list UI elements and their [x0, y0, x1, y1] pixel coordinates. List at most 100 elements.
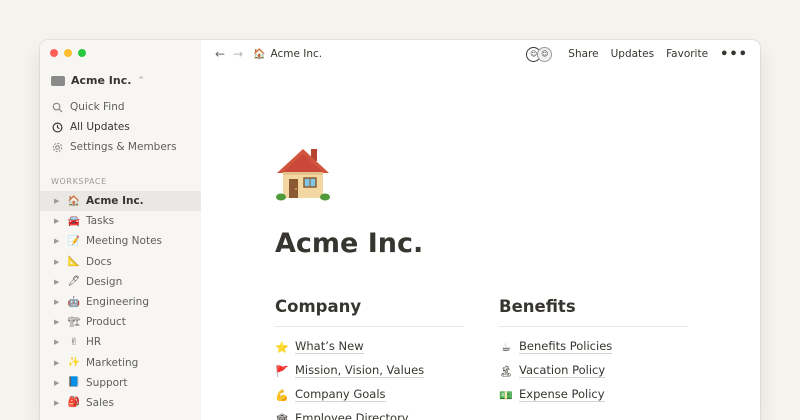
expand-triangle-icon[interactable]: ▶	[54, 359, 64, 367]
back-arrow-icon[interactable]: ←	[211, 47, 229, 61]
sidebar-item-acme-inc[interactable]: ▶ 🏠 Acme Inc.	[40, 191, 201, 212]
compass-icon: 📐	[67, 256, 81, 268]
minimize-window-button[interactable]	[64, 49, 72, 57]
share-button[interactable]: Share	[568, 48, 598, 60]
favorite-button[interactable]: Favorite	[666, 48, 708, 60]
building-icon: 🏛	[275, 412, 289, 420]
breadcrumb-label: Acme Inc.	[270, 48, 323, 60]
expand-triangle-icon[interactable]: ▶	[54, 278, 64, 286]
sidebar-item-docs[interactable]: ▶ 📐 Docs	[40, 252, 201, 272]
sidebar-item-tasks[interactable]: ▶ 🚘 Tasks	[40, 211, 201, 231]
page-link[interactable]: ⭐ What’s New	[275, 335, 464, 359]
expand-triangle-icon[interactable]: ▶	[54, 379, 64, 387]
page-link[interactable]: 💵 Expense Policy	[499, 383, 688, 407]
more-options-button[interactable]: •••	[720, 47, 748, 62]
page-content: Acme Inc. Company ⭐ What’s New 🚩 Mission…	[201, 68, 760, 420]
sidebar-nav: Quick Find All Updates Settings & Member…	[51, 97, 177, 157]
sidebar-item-meeting-notes[interactable]: ▶ 📝 Meeting Notes	[40, 231, 201, 251]
crane-icon: 🏗	[67, 316, 81, 328]
sidebar-item-label: Support	[86, 376, 128, 389]
flag-icon: 🚩	[275, 364, 289, 378]
expand-triangle-icon[interactable]: ▶	[54, 217, 64, 225]
expand-triangle-icon[interactable]: ▶	[54, 258, 64, 266]
page-link[interactable]: ☕ Benefits Policies	[499, 335, 688, 359]
sidebar-item-hr[interactable]: ▶ ✌ HR	[40, 332, 201, 352]
pen-icon: 🖊	[67, 276, 81, 288]
forward-arrow-icon[interactable]: →	[229, 47, 247, 61]
workspace-section-label: WORKSPACE	[51, 177, 107, 186]
sparkles-icon: ✨	[67, 357, 81, 369]
sidebar-item-marketing[interactable]: ▶ ✨ Marketing	[40, 353, 201, 373]
page-link-label: What’s New	[295, 339, 364, 354]
page-link[interactable]: 🚩 Mission, Vision, Values	[275, 359, 464, 383]
zoom-window-button[interactable]	[78, 49, 86, 57]
nav-label: All Updates	[70, 121, 130, 133]
avatar: ☺	[537, 46, 553, 62]
clock-icon	[51, 121, 63, 133]
page-link-label: Mission, Vision, Values	[295, 363, 425, 378]
topbar: ← → 🏠 Acme Inc. ☺ ☺ Share Updates Favori…	[201, 40, 760, 68]
page-link-label: Benefits Policies	[519, 339, 613, 354]
book-icon: 📘	[67, 377, 81, 389]
expand-triangle-icon[interactable]: ▶	[54, 318, 64, 326]
quick-find-button[interactable]: Quick Find	[51, 97, 177, 117]
sidebar-item-engineering[interactable]: ▶ 🤖 Engineering	[40, 292, 201, 312]
page-link-label: Employee Directory	[295, 412, 409, 420]
sidebar-item-product[interactable]: ▶ 🏗 Product	[40, 312, 201, 332]
muscle-icon: 💪	[275, 388, 289, 402]
page-link[interactable]: 💪 Company Goals	[275, 383, 464, 407]
sidebar-item-support[interactable]: ▶ 📘 Support	[40, 373, 201, 393]
close-window-button[interactable]	[50, 49, 58, 57]
page-title: Acme Inc.	[275, 228, 424, 259]
page-link-label: Company Goals	[295, 387, 386, 402]
breadcrumb[interactable]: 🏠 Acme Inc.	[253, 48, 322, 60]
house-icon: 🏠	[67, 195, 81, 207]
window-controls	[50, 49, 86, 57]
workspace-logo-icon	[51, 75, 65, 86]
chevron-updown-icon: ⌃	[137, 75, 145, 86]
sidebar-item-label: Docs	[86, 255, 112, 268]
sidebar-item-design[interactable]: ▶ 🖊 Design	[40, 272, 201, 292]
sidebar: Acme Inc. ⌃ Quick Find All Updates Setti…	[40, 40, 201, 420]
workspace-switcher[interactable]: Acme Inc. ⌃	[51, 74, 145, 87]
sidebar-item-label: Marketing	[86, 356, 139, 369]
search-icon	[51, 101, 63, 113]
money-icon: 💵	[499, 388, 513, 402]
page-link[interactable]: 🏝 Vacation Policy	[499, 359, 688, 383]
house-icon[interactable]	[273, 143, 333, 203]
company-column: Company ⭐ What’s New 🚩 Mission, Vision, …	[275, 296, 464, 420]
expand-triangle-icon[interactable]: ▶	[54, 197, 64, 205]
house-icon: 🏠	[253, 48, 266, 60]
expand-triangle-icon[interactable]: ▶	[54, 237, 64, 245]
expand-triangle-icon[interactable]: ▶	[54, 338, 64, 346]
expand-triangle-icon[interactable]: ▶	[54, 399, 64, 407]
workspace-name: Acme Inc.	[71, 74, 132, 87]
all-updates-button[interactable]: All Updates	[51, 117, 177, 137]
page-link-label: Vacation Policy	[519, 363, 606, 378]
column-heading: Company	[275, 296, 464, 327]
settings-members-button[interactable]: Settings & Members	[51, 137, 177, 157]
column-heading: Benefits	[499, 296, 688, 327]
nav-label: Settings & Members	[70, 141, 177, 153]
sidebar-item-label: HR	[86, 336, 102, 349]
expand-triangle-icon[interactable]: ▶	[54, 298, 64, 306]
sidebar-item-label: Sales	[86, 396, 114, 409]
updates-button[interactable]: Updates	[611, 48, 655, 60]
gear-icon	[51, 141, 63, 153]
coffee-icon: ☕	[501, 340, 511, 354]
page-tree: ▶ 🏠 Acme Inc. ▶ 🚘 Tasks ▶ 📝 Meeting Note…	[40, 191, 201, 413]
sidebar-item-label: Acme Inc.	[86, 195, 144, 208]
backpack-icon: 🎒	[67, 397, 81, 409]
page-link-label: Expense Policy	[519, 387, 605, 402]
sidebar-item-label: Design	[86, 275, 123, 288]
topbar-actions: ☺ ☺ Share Updates Favorite •••	[526, 40, 748, 68]
collaborator-avatars[interactable]: ☺ ☺	[526, 46, 553, 62]
app-window: Acme Inc. ⌃ Quick Find All Updates Setti…	[40, 40, 760, 420]
sidebar-item-label: Meeting Notes	[86, 235, 162, 248]
sidebar-item-sales[interactable]: ▶ 🎒 Sales	[40, 393, 201, 413]
nav-label: Quick Find	[70, 101, 125, 113]
page-link[interactable]: 🏛 Employee Directory	[275, 407, 464, 420]
sidebar-item-label: Product	[86, 316, 126, 329]
island-icon: 🏝	[499, 364, 513, 378]
benefits-column: Benefits ☕ Benefits Policies 🏝 Vacation …	[499, 296, 688, 407]
